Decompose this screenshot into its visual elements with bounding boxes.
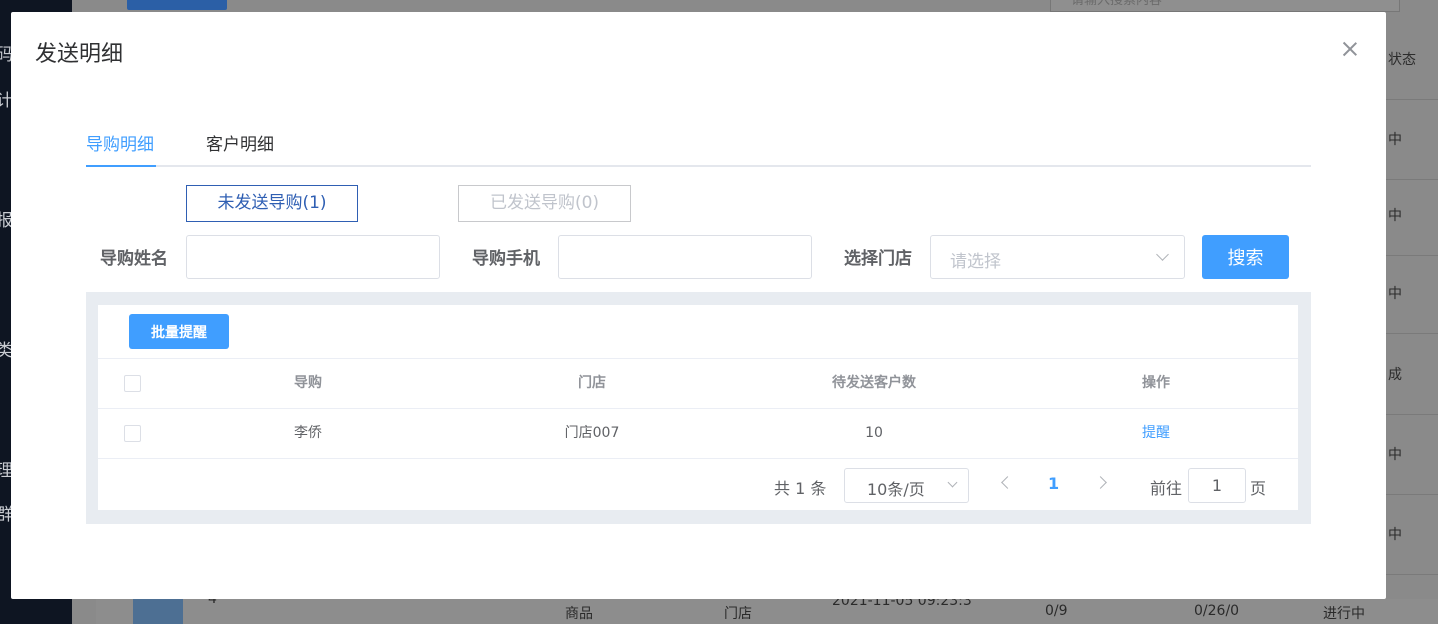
- table-wrapper: 批量提醒 导购 门店 待发送客户数 操作 李侨 门店007 10 提醒 共 1 …: [86, 292, 1311, 524]
- guide-name-input[interactable]: [186, 235, 440, 279]
- guide-phone-label: 导购手机: [472, 249, 540, 269]
- table-row: 李侨 门店007 10 提醒: [98, 409, 1298, 459]
- guide-phone-input[interactable]: [558, 235, 812, 279]
- cell-action: 提醒: [1056, 409, 1256, 458]
- send-detail-dialog: 发送明细 导购明细 客户明细 未发送导购(1) 已发送导购(0) 导购姓名 导购…: [11, 12, 1386, 599]
- bg-status-cell: 中: [1386, 254, 1438, 334]
- goto-page-input[interactable]: [1188, 468, 1246, 503]
- chevron-down-icon: [947, 477, 958, 488]
- row-checkbox[interactable]: [124, 425, 141, 442]
- cell-pending-count: 10: [865, 425, 883, 441]
- unsent-guides-button[interactable]: 未发送导购(1): [186, 185, 358, 222]
- bg-status-cell: 中: [1386, 176, 1438, 256]
- dialog-title: 发送明细: [35, 42, 124, 67]
- goto-label: 前往: [1150, 479, 1183, 498]
- close-icon[interactable]: [1341, 40, 1359, 58]
- bg-bottom-row: 4 商品 门店 2021-11-05 09:23:3 0/9 0/26/0 进行…: [96, 591, 1438, 624]
- chevron-right-icon[interactable]: [1094, 476, 1107, 489]
- bg-thumbnail: [133, 599, 183, 624]
- detail-tabs: 导购明细 客户明细: [86, 124, 1311, 167]
- col-header-pending-count: 待发送客户数: [832, 375, 916, 391]
- page-size-select[interactable]: 10条/页: [844, 468, 969, 503]
- search-button[interactable]: 搜索: [1202, 235, 1289, 279]
- chevron-left-icon[interactable]: [1001, 476, 1014, 489]
- goto-suffix: 页: [1250, 479, 1267, 498]
- page-size-value: 10条/页: [867, 480, 925, 499]
- col-header-guide: 导购: [294, 375, 322, 391]
- cell-guide: 李侨: [294, 425, 322, 441]
- store-select-placeholder: 请选择: [950, 252, 1001, 272]
- pagination: 共 1 条 10条/页 1 前往 页: [98, 459, 1298, 510]
- guide-name-label: 导购姓名: [100, 249, 168, 269]
- cell-store: 门店007: [564, 425, 620, 441]
- table-header: 导购 门店 待发送客户数 操作: [98, 358, 1298, 409]
- page-number-current[interactable]: 1: [1048, 474, 1059, 493]
- active-tab-indicator: [86, 165, 156, 167]
- bg-status-cell: 中: [1386, 100, 1438, 180]
- bg-search-input: 请输入搜索内容: [1050, 0, 1400, 12]
- store-label: 选择门店: [844, 249, 912, 269]
- batch-remind-button[interactable]: 批量提醒: [129, 314, 229, 349]
- bg-status-cell: 状态: [1386, 20, 1438, 100]
- sent-guides-button[interactable]: 已发送导购(0): [458, 185, 631, 222]
- remind-link[interactable]: 提醒: [1142, 425, 1170, 441]
- pagination-total: 共 1 条: [774, 479, 827, 498]
- select-all-checkbox[interactable]: [124, 375, 141, 392]
- table-card: 批量提醒 导购 门店 待发送客户数 操作 李侨 门店007 10 提醒 共 1 …: [98, 305, 1298, 510]
- col-header-action: 操作: [1142, 375, 1170, 391]
- bg-status-cell: 中: [1386, 415, 1438, 495]
- bg-status-cell: 中: [1386, 495, 1438, 575]
- tab-customer-detail[interactable]: 客户明细: [206, 130, 274, 155]
- bg-status-cell: 成: [1386, 335, 1438, 415]
- store-select[interactable]: 请选择: [930, 235, 1185, 279]
- col-header-store: 门店: [578, 375, 606, 391]
- tab-guide-detail[interactable]: 导购明细: [86, 130, 154, 155]
- bg-top-button: [127, 0, 227, 10]
- chevron-down-icon: [1156, 248, 1169, 261]
